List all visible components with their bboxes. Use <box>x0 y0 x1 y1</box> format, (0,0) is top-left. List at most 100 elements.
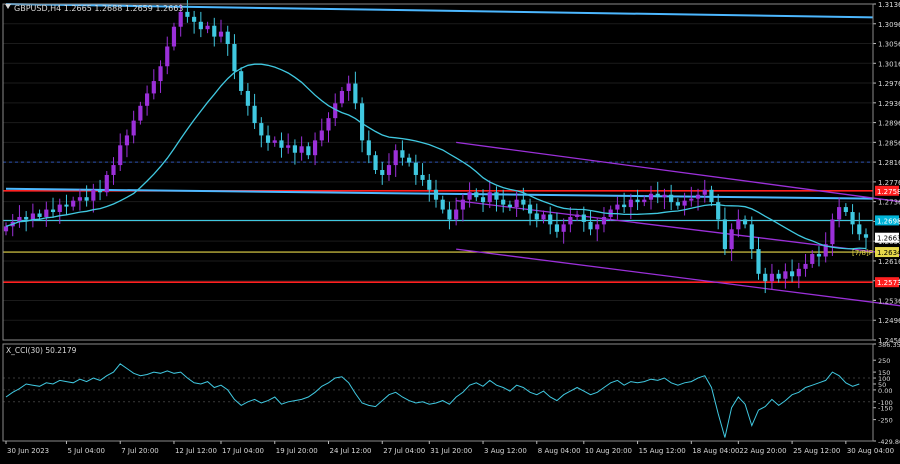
candle-body <box>628 199 633 208</box>
candle-body <box>615 204 620 210</box>
candle-body <box>487 192 492 203</box>
candle-body <box>185 11 190 17</box>
time-tick-label: 30 Aug 04:00 <box>847 447 894 455</box>
candle-body <box>440 199 445 210</box>
candle-body <box>742 219 748 225</box>
candle-body <box>192 16 197 22</box>
candle-body <box>151 81 156 94</box>
candle-body <box>729 229 734 250</box>
chart-root: 1.3136 1.3096 1.3056 1.3016 1.2976 1.2936 1.28… <box>0 0 900 460</box>
candle-body <box>145 93 150 106</box>
candle-body <box>118 145 123 166</box>
candle-body <box>420 174 425 180</box>
candle-body <box>279 140 284 148</box>
candle-body <box>581 214 586 222</box>
candle-body <box>763 273 768 282</box>
candle-body <box>286 145 291 148</box>
price-tick-label: 1.3136 <box>878 1 900 9</box>
time-tick-label: 30 Jun 2023 <box>7 447 49 455</box>
candle-body <box>548 214 553 225</box>
candle-body <box>393 150 398 166</box>
candle-body <box>561 224 566 232</box>
candle-body <box>225 31 230 45</box>
candle-body <box>695 194 701 199</box>
candle-body <box>756 249 761 274</box>
candle-body <box>353 83 358 104</box>
candle-body <box>682 200 687 206</box>
candle-body <box>521 199 526 205</box>
candle-body <box>769 273 775 282</box>
candle-body <box>642 199 647 203</box>
price-tick-label: 1.2936 <box>878 100 900 108</box>
candle-body <box>50 209 56 213</box>
candle-body <box>339 90 345 104</box>
cci-tick-label: -429.8681 <box>878 438 900 446</box>
candle-body <box>837 207 842 220</box>
candle-body <box>554 224 560 232</box>
time-tick-label: 22 Aug 20:00 <box>739 447 786 455</box>
candle-body <box>494 192 499 200</box>
price-label: 1.2663 <box>877 235 900 243</box>
candle-body <box>534 213 539 220</box>
candle-body <box>447 209 452 220</box>
candle-body <box>407 157 412 163</box>
cci-tick-label: 386.3599 <box>878 341 900 349</box>
cci-tick-label: 250 <box>878 357 890 365</box>
candle-body <box>474 192 479 198</box>
candle-body <box>272 140 277 143</box>
candle-body <box>245 90 250 106</box>
price-tick-label: 1.3096 <box>878 21 900 29</box>
candle-body <box>97 189 103 193</box>
candle-body <box>790 271 795 277</box>
time-tick-label: 8 Aug 04:00 <box>538 447 581 455</box>
candle-body <box>541 214 546 220</box>
candle-body <box>454 209 459 220</box>
price-tick-label: 1.2896 <box>878 120 900 128</box>
cci-tick-label: -150 <box>878 405 893 413</box>
candle-body <box>292 145 297 153</box>
candle-body <box>138 105 143 121</box>
price-tick-label: 1.2536 <box>878 297 900 305</box>
candle-body <box>622 204 627 208</box>
candle-body <box>588 221 593 230</box>
candle-body <box>736 219 741 230</box>
candle-body <box>413 162 418 175</box>
candle-body <box>675 202 680 206</box>
candle-body <box>212 25 217 37</box>
price-tick-label: 1.2736 <box>878 199 900 207</box>
candle-body <box>816 254 822 257</box>
time-tick-label: 18 Aug 04:00 <box>692 447 739 455</box>
chart-title: GBPUSD,H4 1.2665 1.2688 1.2659 1.2663 <box>14 4 183 13</box>
time-tick-label: 12 Jul 12:00 <box>175 447 217 455</box>
time-tick-label: 5 Jul 04:00 <box>67 447 105 455</box>
candle-body <box>218 31 224 37</box>
candle-body <box>810 254 815 264</box>
candle-body <box>299 146 304 153</box>
time-tick-label: 15 Aug 12:00 <box>639 447 686 455</box>
candle-body <box>265 135 271 143</box>
candle-body <box>850 212 855 225</box>
candle-body <box>601 216 607 225</box>
candle-body <box>433 189 439 200</box>
candle-body <box>111 165 116 175</box>
candle-body <box>783 271 788 279</box>
candle-body <box>366 140 371 156</box>
candle-body <box>37 213 42 217</box>
candle-body <box>648 193 654 200</box>
candle-body <box>165 46 170 67</box>
candle-body <box>380 170 385 175</box>
candle-body <box>205 25 210 30</box>
candle-body <box>709 189 714 203</box>
candle-body <box>796 268 801 277</box>
level-label: [7/8]P <box>852 249 873 257</box>
cci-tick-label: 0.00 <box>878 387 892 395</box>
candle-body <box>239 71 244 91</box>
candle-body <box>158 66 163 82</box>
candle-body <box>460 199 465 210</box>
candle-body <box>124 135 130 146</box>
price-label: 1.2758 <box>877 188 900 196</box>
time-tick-label: 19 Jul 20:00 <box>276 447 318 455</box>
candle-body <box>252 105 257 124</box>
candle-body <box>64 204 69 207</box>
candle-body <box>346 83 351 91</box>
